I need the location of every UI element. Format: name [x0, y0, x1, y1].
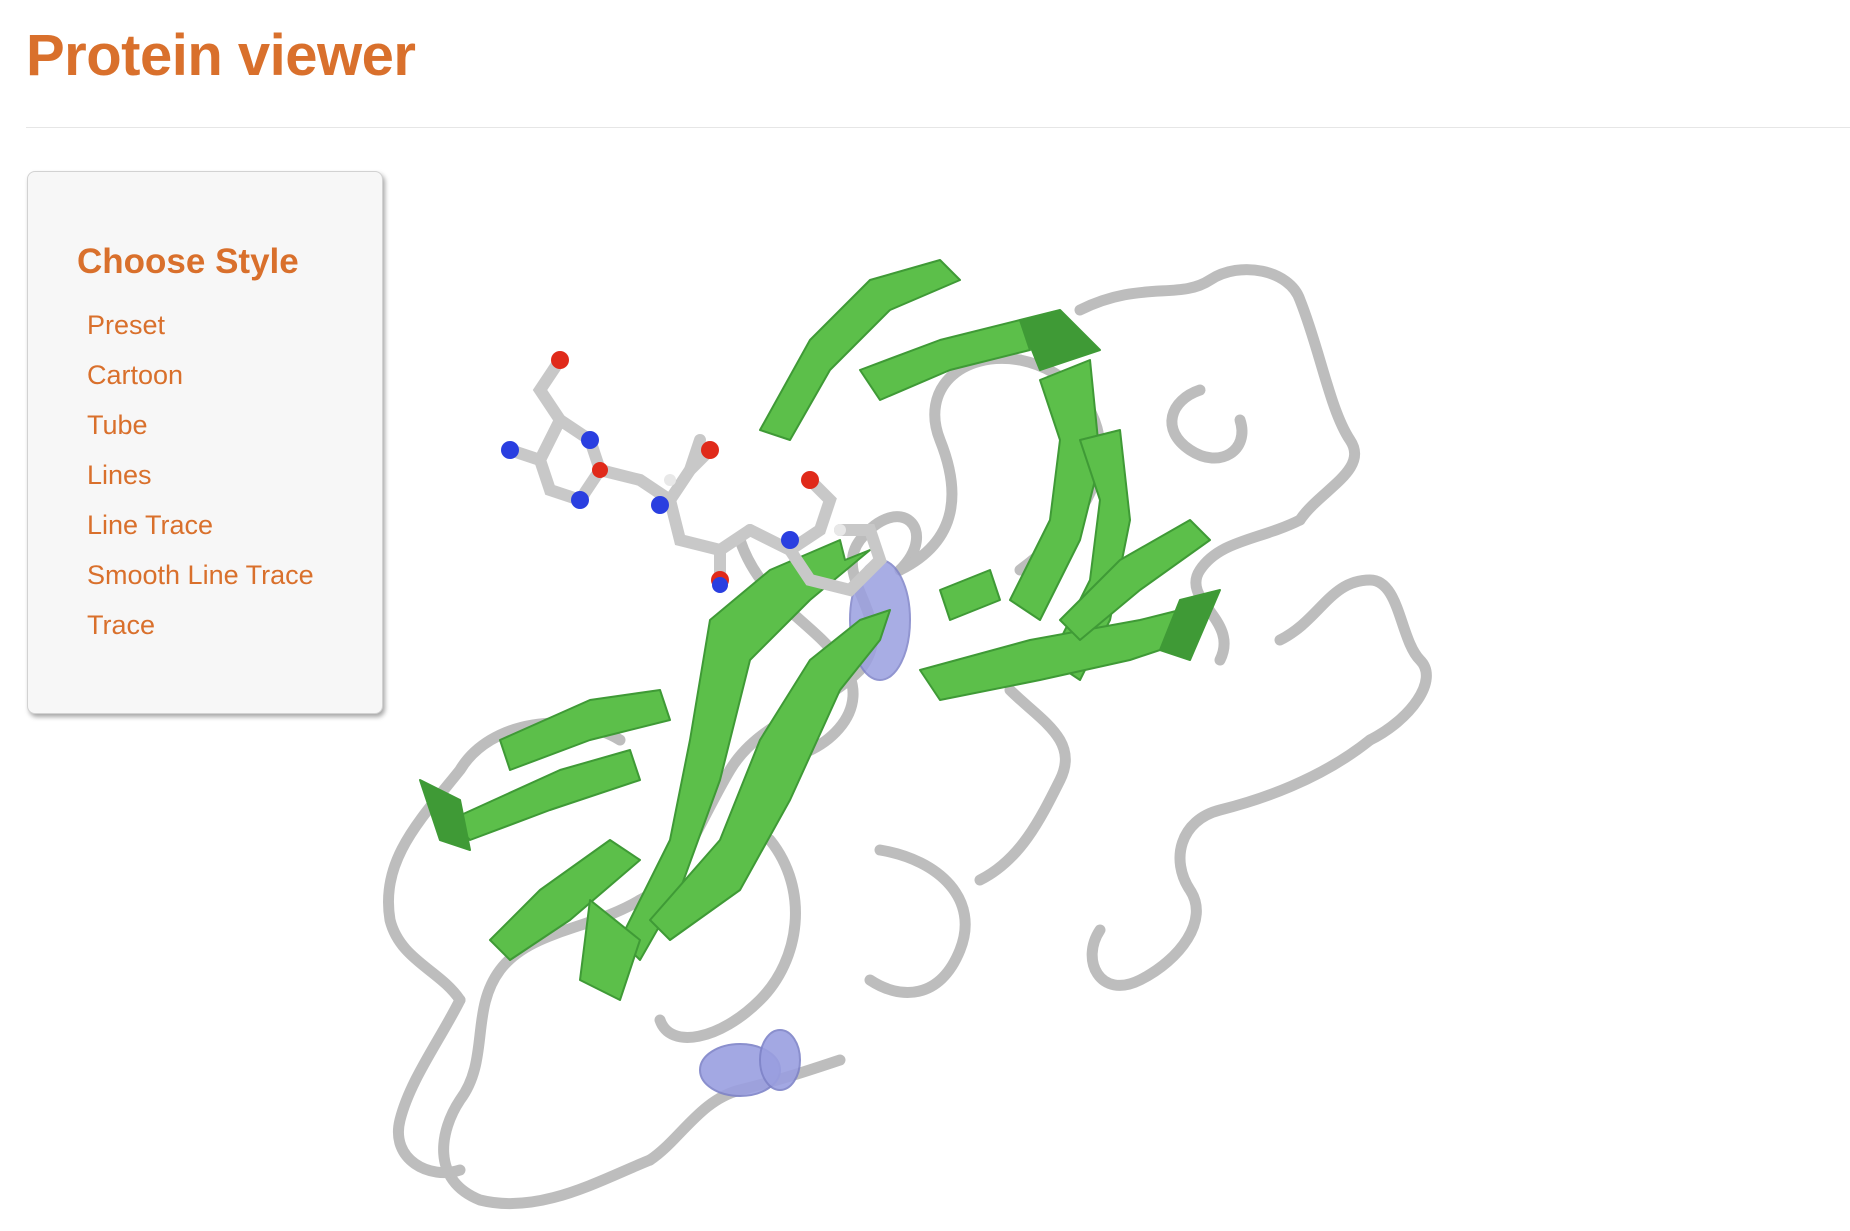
protein-viewer-canvas[interactable]: [340, 240, 1500, 1226]
page-title: Protein viewer: [26, 23, 416, 88]
beta-strands: [419, 259, 1221, 1001]
style-option-tube[interactable]: Tube: [87, 400, 314, 450]
style-option-cartoon[interactable]: Cartoon: [87, 350, 314, 400]
protein-structure-render[interactable]: [340, 240, 1500, 1226]
style-option-trace[interactable]: Trace: [87, 600, 314, 650]
header-divider: [26, 127, 1850, 128]
style-option-lines[interactable]: Lines: [87, 450, 314, 500]
style-option-smooth-line-trace[interactable]: Smooth Line Trace: [87, 550, 314, 600]
style-option-preset[interactable]: Preset: [87, 300, 314, 350]
style-panel: Choose Style Preset Cartoon Tube Lines L…: [27, 171, 383, 714]
style-list: Preset Cartoon Tube Lines Line Trace Smo…: [87, 300, 314, 650]
style-panel-heading: Choose Style: [77, 242, 299, 281]
style-option-line-trace[interactable]: Line Trace: [87, 500, 314, 550]
